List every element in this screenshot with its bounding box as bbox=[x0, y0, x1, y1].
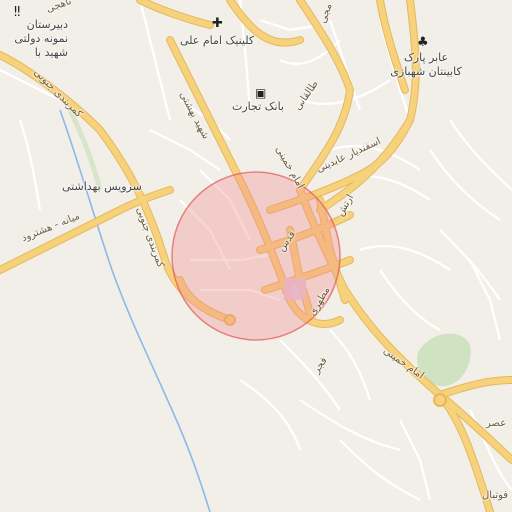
poi-clinic-label[interactable]: کلینیک امام علی bbox=[180, 34, 254, 47]
river bbox=[59, 109, 211, 512]
map-view[interactable]: ‼ ✚ ▣ ♣ دبیرستان نمونه دولتی شهید با کلی… bbox=[0, 0, 512, 512]
poi-bank-label[interactable]: بانک تجارت bbox=[232, 100, 284, 113]
poi-park-label[interactable]: عابر پارک کابینتان شهبازی bbox=[386, 51, 466, 79]
poi-health-label[interactable]: سرویس بهداشتی bbox=[62, 180, 142, 193]
poi-school-label[interactable]: دبیرستان نمونه دولتی شهید با bbox=[2, 18, 68, 60]
street-football-label: فوتبال bbox=[482, 490, 509, 501]
bank-icon[interactable]: ▣ bbox=[255, 87, 266, 99]
cross-icon[interactable]: ✚ bbox=[212, 17, 223, 30]
roundabout bbox=[433, 393, 447, 407]
building-block bbox=[284, 278, 306, 300]
street-asr-label: عصر bbox=[486, 418, 507, 429]
tree-icon[interactable]: ♣ bbox=[417, 36, 429, 49]
